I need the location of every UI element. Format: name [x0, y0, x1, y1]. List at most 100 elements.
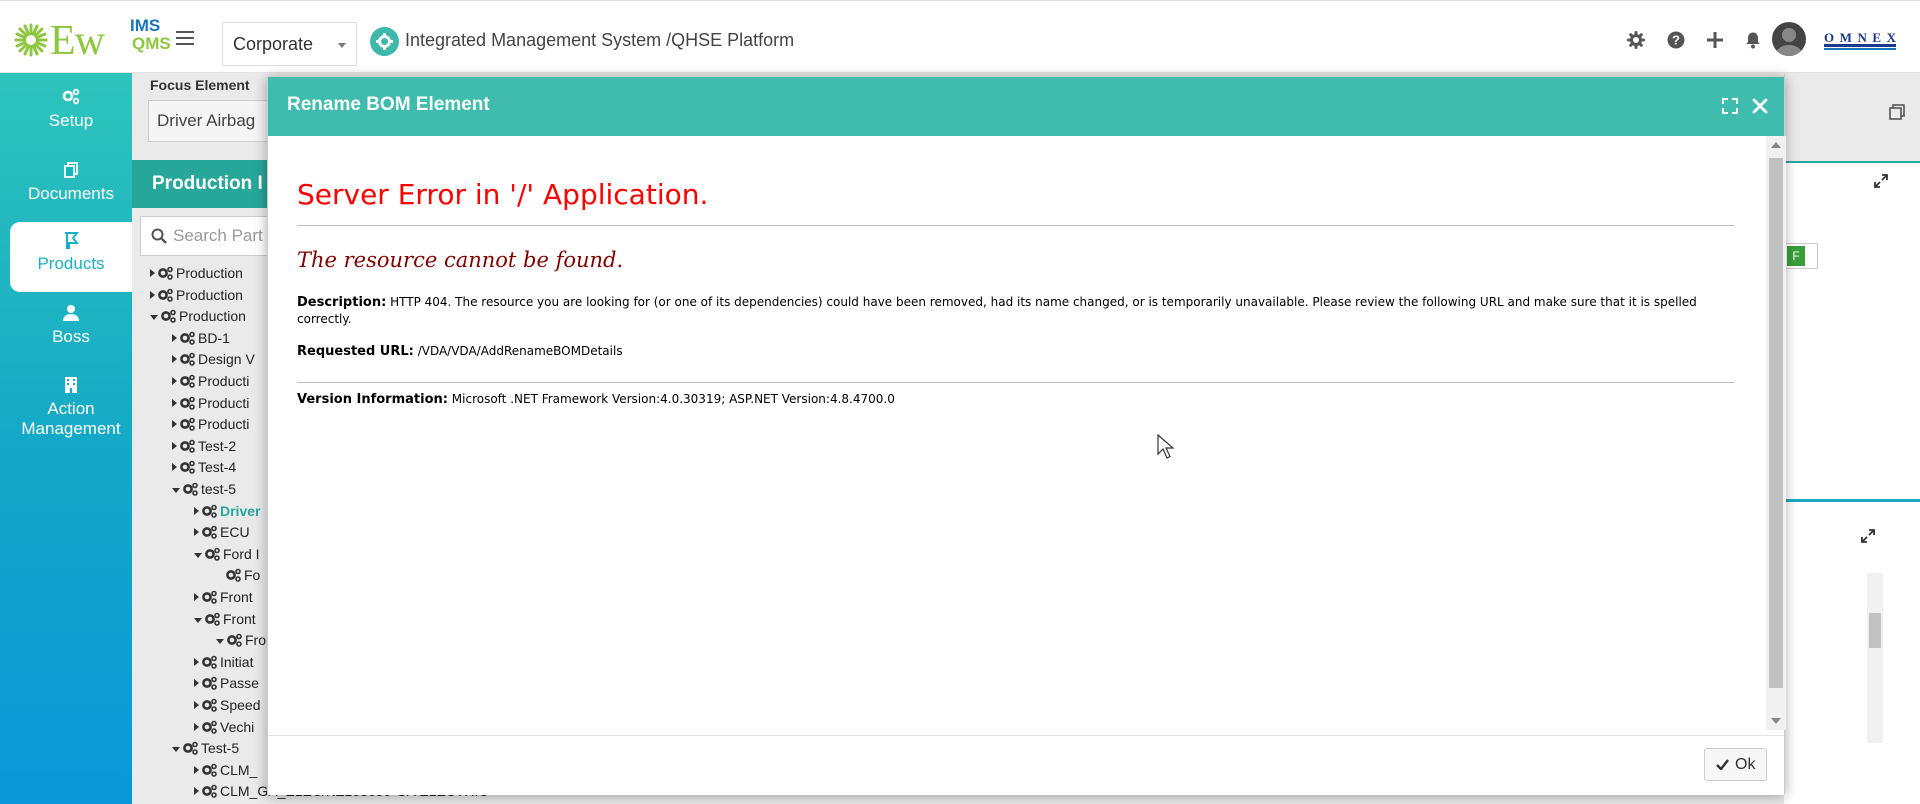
- tree-node[interactable]: Production: [150, 306, 246, 326]
- cogs-icon: [179, 395, 195, 411]
- plus-icon[interactable]: [1706, 31, 1724, 49]
- tree-node[interactable]: Front: [194, 587, 253, 607]
- cogs-icon: [204, 546, 220, 562]
- tree-node-label: Production: [176, 265, 243, 281]
- tree-node[interactable]: Passe: [194, 673, 259, 693]
- cogs-icon: [225, 567, 241, 583]
- tree-node[interactable]: Producti: [172, 371, 249, 391]
- tree-node[interactable]: Test-2: [172, 436, 236, 456]
- collapse-arrow-icon[interactable]: [172, 488, 180, 493]
- version-label: Version Information:: [297, 392, 448, 407]
- cogs-icon: [179, 373, 195, 389]
- tree-node[interactable]: Driver: [194, 501, 260, 521]
- sidebar-item-setup[interactable]: Setup: [10, 79, 132, 149]
- sidebar-item-boss[interactable]: Boss: [10, 295, 132, 365]
- omnex-brand-text: OMNEX: [1824, 30, 1897, 45]
- modal-scrollbar[interactable]: [1766, 136, 1786, 730]
- restore-window-icon[interactable]: [1888, 103, 1906, 121]
- tree-node[interactable]: Design V: [172, 349, 255, 369]
- tree-node-label: Test-5: [201, 740, 240, 757]
- collapse-arrow-icon[interactable]: [172, 747, 180, 753]
- expand-arrow-icon[interactable]: [172, 441, 177, 450]
- expand-arrow-icon[interactable]: [172, 420, 177, 429]
- tree-node-label: Fro: [245, 632, 266, 649]
- tree-node[interactable]: CLM_: [194, 760, 257, 780]
- tree-node[interactable]: Front: [194, 609, 256, 629]
- expand-arrow-icon[interactable]: [194, 787, 199, 796]
- tree-node[interactable]: Production: [150, 285, 243, 305]
- sidebar-item-action-management[interactable]: Action Management: [10, 367, 132, 447]
- logo-ew: Ew: [50, 18, 105, 64]
- sidebar-item-label: Documents: [28, 184, 114, 203]
- tree-node-label: Design V: [198, 351, 255, 368]
- bell-icon[interactable]: [1744, 31, 1762, 49]
- user-avatar[interactable]: [1772, 22, 1806, 56]
- right-panel-scrollbar[interactable]: [1867, 573, 1883, 743]
- cogs-icon: [201, 675, 217, 691]
- tree-node-label: Producti: [198, 416, 250, 433]
- maximize-icon[interactable]: [1719, 95, 1741, 117]
- expand-arrow-icon[interactable]: [172, 377, 177, 385]
- rename-bom-modal: Rename BOM Element Server Error in '/' A…: [267, 76, 1786, 795]
- expand-arrow-icon[interactable]: [194, 701, 199, 709]
- expand-arrow-icon[interactable]: [194, 528, 199, 537]
- expand-arrow-icon[interactable]: [194, 765, 199, 774]
- cogs-icon: [179, 416, 195, 432]
- expand-arrow-icon[interactable]: [150, 290, 155, 299]
- collapse-arrow-icon[interactable]: [150, 315, 158, 321]
- expand-arrow-icon[interactable]: [172, 463, 177, 472]
- organization-select-value: Corporate: [233, 34, 314, 54]
- expand-arrow-icon[interactable]: [172, 333, 177, 342]
- tree-node[interactable]: Ford I: [194, 544, 260, 564]
- f-toggle-label: F: [1787, 246, 1805, 266]
- search-part-input[interactable]: Search Part: [140, 216, 270, 256]
- tree-node-label: Test-4: [198, 459, 237, 476]
- expand-arrow-icon[interactable]: [194, 657, 199, 666]
- collapse-arrow-icon[interactable]: [216, 639, 224, 645]
- focus-element-field[interactable]: Driver Airbag: [148, 100, 278, 142]
- expand-icon-lower[interactable]: [1860, 528, 1876, 544]
- gear-icon[interactable]: [1627, 31, 1645, 49]
- sidebar-item-documents[interactable]: Documents: [10, 152, 132, 222]
- expand-arrow-icon[interactable]: [150, 269, 155, 277]
- expand-arrow-icon[interactable]: [194, 679, 199, 688]
- scroll-down-arrow-icon[interactable]: [1771, 718, 1781, 724]
- tree-node-label: test-5: [201, 481, 237, 497]
- app-logo[interactable]: Ew IMS QMS: [14, 17, 171, 64]
- scroll-up-arrow-icon[interactable]: [1771, 142, 1781, 148]
- expand-arrow-icon[interactable]: [172, 355, 177, 364]
- scrollbar-thumb[interactable]: [1769, 158, 1783, 688]
- tree-node[interactable]: Initiat: [194, 652, 253, 672]
- tree-node[interactable]: Fro: [216, 630, 266, 650]
- tree-node[interactable]: Test-5: [172, 738, 239, 758]
- expand-arrow-icon[interactable]: [172, 398, 177, 407]
- close-icon[interactable]: [1749, 95, 1771, 117]
- tree-node[interactable]: ECU: [194, 522, 250, 542]
- f-toggle[interactable]: F: [1784, 243, 1818, 269]
- description-label: Description:: [297, 295, 387, 310]
- sidebar-item-products[interactable]: Products: [10, 222, 132, 292]
- expand-arrow-icon[interactable]: [194, 722, 199, 731]
- tree-node[interactable]: Producti: [172, 414, 249, 434]
- collapse-arrow-icon[interactable]: [194, 552, 202, 558]
- tree-node[interactable]: BD-1: [172, 328, 230, 348]
- tree-node[interactable]: Speed: [194, 695, 260, 715]
- collapse-arrow-icon[interactable]: [194, 617, 202, 623]
- tree-node[interactable]: Production: [150, 263, 243, 283]
- expand-arrow-icon[interactable]: [194, 506, 199, 515]
- tree-node[interactable]: Vechi: [194, 717, 254, 737]
- cogs-icon: [226, 632, 242, 648]
- tree-node[interactable]: Fo: [216, 565, 260, 585]
- hamburger-menu-icon[interactable]: [176, 31, 194, 47]
- tree-node[interactable]: test-5: [172, 479, 236, 499]
- help-icon[interactable]: ?: [1667, 31, 1685, 49]
- expand-icon[interactable]: [1873, 173, 1889, 189]
- tree-node-label: Fo: [244, 567, 261, 584]
- tree-node-label: Driver: [220, 502, 261, 519]
- tree-node[interactable]: Test-4: [172, 457, 236, 477]
- tree-node[interactable]: Producti: [172, 393, 249, 413]
- expand-arrow-icon[interactable]: [194, 593, 199, 601]
- search-placeholder: Search Part: [173, 226, 263, 245]
- organization-select[interactable]: Corporate: [222, 22, 357, 66]
- ok-button[interactable]: Ok: [1704, 748, 1767, 781]
